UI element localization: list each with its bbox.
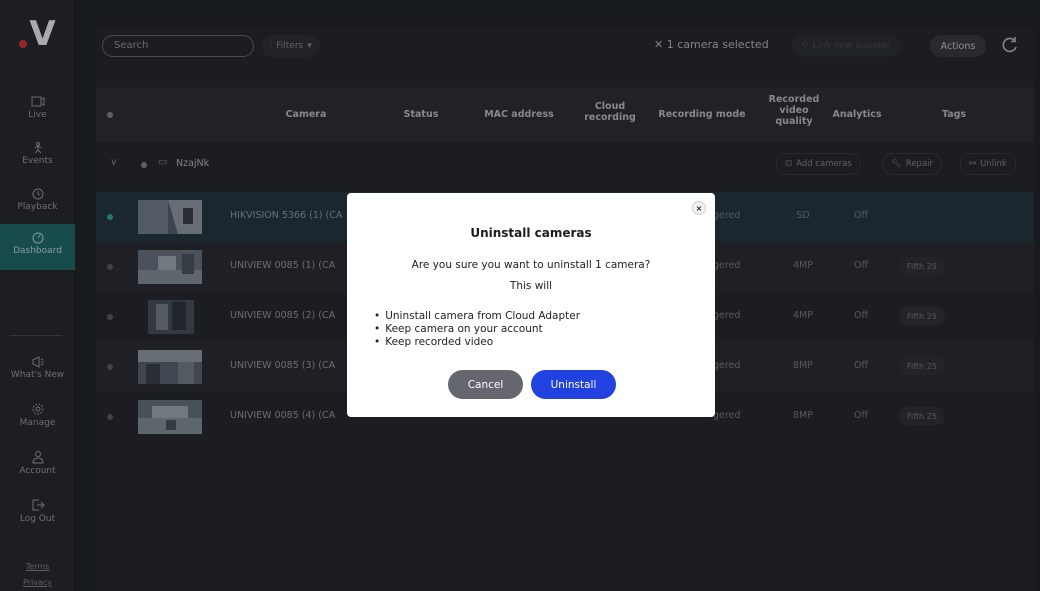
uninstall-button[interactable]: Uninstall <box>531 370 616 399</box>
list-item: Keep recorded video <box>374 336 580 349</box>
list-item: Keep camera on your account <box>374 323 580 336</box>
cancel-button[interactable]: Cancel <box>448 370 523 399</box>
uninstall-dialog: × Uninstall cameras Are you sure you wan… <box>347 193 715 417</box>
close-icon[interactable]: × <box>692 201 706 215</box>
dialog-question: Are you sure you want to uninstall 1 cam… <box>411 259 651 271</box>
dialog-this-will: This will <box>509 280 553 292</box>
list-item: Uninstall camera from Cloud Adapter <box>374 310 580 323</box>
dialog-consequence-list: Uninstall camera from Cloud Adapter Keep… <box>374 310 580 349</box>
dialog-title: Uninstall cameras <box>470 226 592 240</box>
